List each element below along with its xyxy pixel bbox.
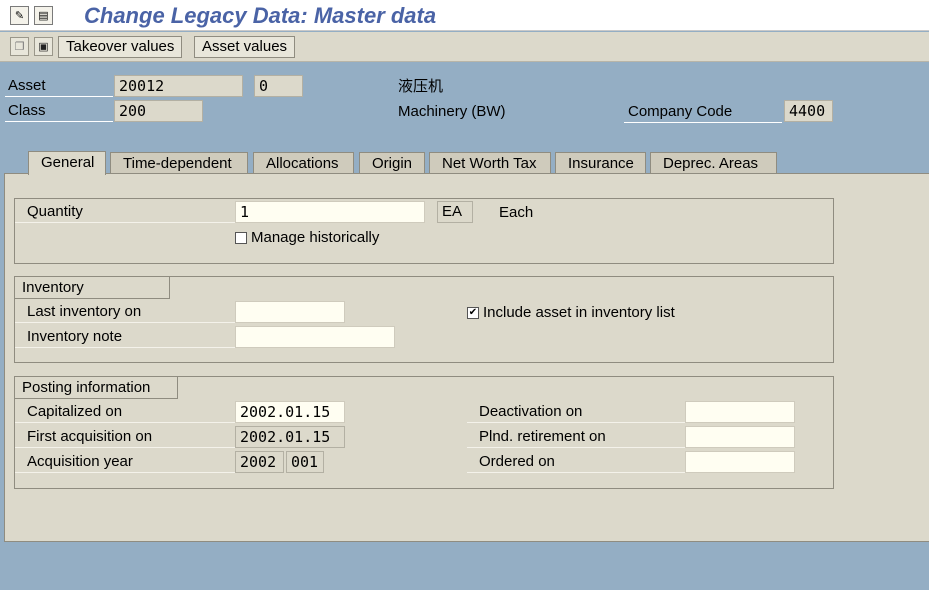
unit-text: Each [499, 204, 534, 221]
tab-general[interactable]: General [28, 151, 106, 175]
include-inventory-list-checkbox[interactable]: ✔ [467, 307, 479, 320]
ordered-on-input[interactable] [685, 451, 795, 473]
acquisition-year-field: 2002 [235, 451, 284, 473]
tab-allocations[interactable]: Allocations [253, 152, 354, 174]
tab-insurance[interactable]: Insurance [555, 152, 646, 174]
title-bar: ✎ ▤ Change Legacy Data: Master data [0, 0, 929, 31]
last-inventory-label: Last inventory on [15, 301, 235, 323]
manage-historically-label: Manage historically [251, 229, 380, 246]
company-code-field: 4400 [784, 100, 833, 122]
tab-panel-general: Quantity 1 EA Each Manage historically I… [4, 173, 929, 542]
class-label: Class [5, 100, 113, 122]
capitalized-on-input[interactable]: 2002.01.15 [235, 401, 345, 423]
copy-icon[interactable]: ❐ [10, 37, 29, 56]
quantity-input[interactable]: 1 [235, 201, 425, 223]
acquisition-year-label: Acquisition year [15, 451, 235, 473]
inventory-note-label: Inventory note [15, 326, 235, 348]
tab-origin[interactable]: Origin [359, 152, 425, 174]
last-inventory-input[interactable] [235, 301, 345, 323]
unit-code-field: EA [437, 201, 473, 223]
include-inventory-list-label: Include asset in inventory list [483, 304, 675, 321]
acquisition-period-field: 001 [286, 451, 324, 473]
takeover-values-button[interactable]: Takeover values [58, 36, 183, 58]
inventory-note-input[interactable] [235, 326, 395, 348]
document-icon[interactable]: ▣ [34, 37, 53, 56]
page-title: Change Legacy Data: Master data [84, 3, 437, 28]
capitalized-on-label: Capitalized on [15, 401, 235, 423]
class-field: 200 [114, 100, 203, 122]
inventory-group: Inventory Last inventory on ✔ Include ass… [14, 276, 834, 363]
manage-historically-option[interactable]: Manage historically [235, 227, 379, 249]
quantity-label: Quantity [15, 201, 235, 223]
posting-information-group: Posting information Capitalized on 2002.… [14, 376, 834, 489]
tab-deprec-areas[interactable]: Deprec. Areas [650, 152, 777, 174]
asset-label: Asset [5, 75, 113, 97]
application-toolbar: ❐ ▣ Takeover values Asset values [0, 32, 929, 62]
tab-time-dependent[interactable]: Time-dependent [110, 152, 248, 174]
first-acquisition-field: 2002.01.15 [235, 426, 345, 448]
planned-retirement-input[interactable] [685, 426, 795, 448]
company-code-label: Company Code [624, 101, 782, 123]
inventory-group-title: Inventory [15, 277, 170, 299]
include-inventory-list-option[interactable]: ✔ Include asset in inventory list [467, 302, 675, 324]
posting-information-title: Posting information [15, 377, 178, 399]
first-acquisition-label: First acquisition on [15, 426, 235, 448]
planned-retirement-label: Plnd. retirement on [467, 426, 685, 448]
ordered-on-label: Ordered on [467, 451, 685, 473]
asset-number-field: 20012 [114, 75, 243, 97]
print-icon[interactable]: ▤ [34, 6, 53, 25]
tab-net-worth-tax[interactable]: Net Worth Tax [429, 152, 551, 174]
general-group: Quantity 1 EA Each Manage historically [14, 198, 834, 264]
deactivation-on-input[interactable] [685, 401, 795, 423]
manage-historically-checkbox[interactable] [235, 232, 247, 245]
asset-subnumber-field: 0 [254, 75, 303, 97]
asset-values-button[interactable]: Asset values [194, 36, 296, 58]
class-description: Machinery (BW) [398, 103, 506, 120]
deactivation-on-label: Deactivation on [467, 401, 685, 423]
asset-description: 液压机 [398, 78, 444, 95]
system-menu-icon[interactable]: ✎ [10, 6, 29, 25]
